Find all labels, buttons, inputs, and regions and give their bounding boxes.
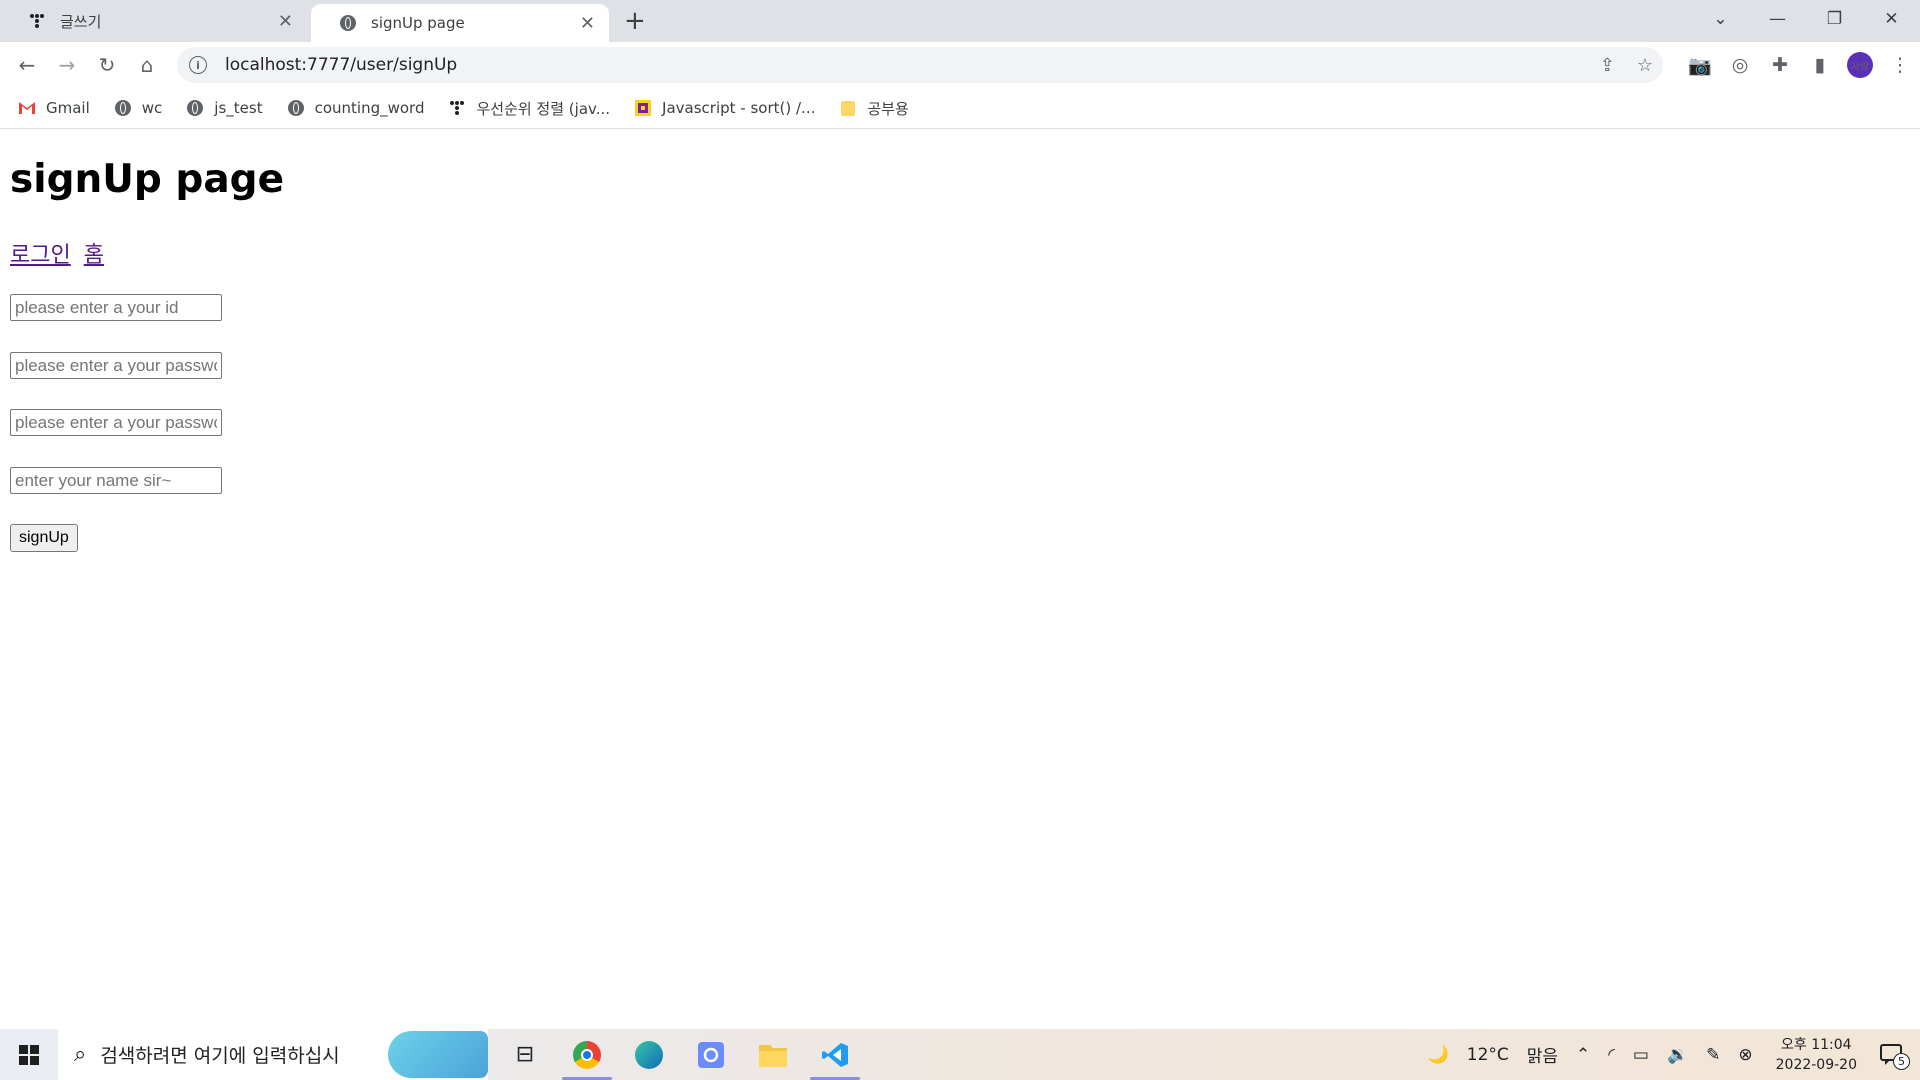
network-off-icon[interactable]: ⊗ bbox=[1738, 1045, 1752, 1065]
camera-icon[interactable]: 📷 bbox=[1680, 54, 1720, 77]
reload-icon[interactable]: ↻ bbox=[91, 49, 123, 81]
velog-icon bbox=[448, 99, 466, 117]
clock-date: 2022-09-20 bbox=[1775, 1056, 1857, 1073]
extension-bar: 📷 ◎ ✚ ▮ 사랑 ⋮ bbox=[1680, 49, 1920, 81]
tab-search-icon[interactable]: ⌄ bbox=[1692, 0, 1749, 38]
bookmark-priority-sort[interactable]: 우선순위 정렬 (jav... bbox=[448, 98, 610, 119]
search-icon: ⌕ bbox=[74, 1042, 87, 1067]
bookmark-folder-study[interactable]: 공부용 bbox=[839, 98, 909, 119]
bookmark-js-test[interactable]: js_test bbox=[186, 99, 263, 117]
clock-time: 오후 11:04 bbox=[1781, 1036, 1852, 1053]
close-icon[interactable]: ✕ bbox=[580, 13, 595, 34]
url-text[interactable]: localhost:7777/user/signUp bbox=[225, 55, 457, 75]
task-view-icon[interactable]: ⊟ bbox=[494, 1029, 556, 1080]
window-controls: ⌄ — ❐ ✕ bbox=[1692, 0, 1920, 38]
home-icon[interactable]: ⌂ bbox=[131, 49, 163, 81]
nav-links: 로그인 홈 bbox=[10, 237, 110, 269]
id-input[interactable] bbox=[10, 294, 222, 321]
menu-icon[interactable]: ⋮ bbox=[1880, 54, 1920, 76]
settings-app-icon[interactable] bbox=[680, 1029, 742, 1080]
browser-toolbar: ← → ↻ ⌂ i localhost:7777/user/signUp ⇪ ☆… bbox=[0, 42, 1920, 88]
bookmark-wc[interactable]: wc bbox=[114, 99, 162, 117]
puzzle-icon[interactable]: ✚ bbox=[1760, 54, 1800, 76]
login-link[interactable]: 로그인 bbox=[10, 243, 71, 268]
minimize-icon[interactable]: — bbox=[1749, 0, 1806, 38]
taskbar-search[interactable]: ⌕ 검색하려면 여기에 입력하십시 bbox=[58, 1029, 488, 1080]
notification-icon[interactable]: 5 bbox=[1880, 1043, 1910, 1070]
globe-icon bbox=[287, 99, 305, 117]
volume-icon[interactable]: 🔉 bbox=[1667, 1045, 1688, 1065]
taskbar: ⌕ 검색하려면 여기에 입력하십시 ⊟ 🌙 12°C 맑음 ⌃ ◜ ▭ 🔉 ✎ … bbox=[0, 1029, 1920, 1080]
avatar[interactable]: 사랑 bbox=[1847, 52, 1873, 78]
weather-temp[interactable]: 12°C bbox=[1467, 1045, 1509, 1065]
signup-button[interactable]: signUp bbox=[10, 524, 78, 552]
folder-icon bbox=[839, 99, 857, 117]
weather-desc[interactable]: 맑음 bbox=[1527, 1042, 1558, 1067]
bookmark-javascript-sort[interactable]: Javascript - sort() /... bbox=[634, 99, 815, 117]
system-tray: 🌙 12°C 맑음 ⌃ ◜ ▭ 🔉 ✎ ⊗ 오후 11:04 2022-09-2… bbox=[1419, 1029, 1920, 1080]
tab-writing[interactable]: 글쓰기 ✕ bbox=[0, 0, 307, 42]
tab-signup[interactable]: signUp page ✕ bbox=[311, 4, 609, 42]
moon-icon[interactable]: 🌙 bbox=[1428, 1045, 1449, 1065]
chrome-icon[interactable] bbox=[556, 1029, 618, 1080]
forward-icon[interactable]: → bbox=[51, 49, 83, 81]
gmail-icon bbox=[18, 99, 36, 117]
battery-icon[interactable]: ▭ bbox=[1633, 1045, 1649, 1065]
star-icon[interactable]: ☆ bbox=[1637, 55, 1653, 76]
password-confirm-input[interactable] bbox=[10, 409, 222, 436]
globe-icon bbox=[186, 99, 204, 117]
taskbar-apps: ⊟ bbox=[494, 1029, 866, 1080]
restore-icon[interactable]: ❐ bbox=[1806, 0, 1863, 38]
share-icon[interactable]: ⇪ bbox=[1600, 55, 1615, 76]
chevron-up-icon[interactable]: ⌃ bbox=[1576, 1045, 1590, 1065]
extension-icon[interactable]: ◎ bbox=[1720, 54, 1760, 76]
bookmark-gmail[interactable]: Gmail bbox=[18, 99, 90, 117]
info-icon[interactable]: i bbox=[189, 56, 207, 74]
home-link[interactable]: 홈 bbox=[84, 243, 104, 268]
velog-icon bbox=[28, 12, 46, 30]
bookmark-site-icon bbox=[634, 99, 652, 117]
address-bar[interactable]: i localhost:7777/user/signUp ⇪ ☆ bbox=[177, 47, 1663, 83]
bookmark-counting-word[interactable]: counting_word bbox=[287, 99, 424, 117]
notification-count: 5 bbox=[1893, 1052, 1910, 1070]
page-content: signUp page 로그인 홈 signUp bbox=[0, 129, 1920, 1029]
edge-icon[interactable] bbox=[618, 1029, 680, 1080]
bookmarks-bar: Gmail wc js_test counting_word 우선순위 정렬 (… bbox=[0, 88, 1920, 129]
clock[interactable]: 오후 11:04 2022-09-20 bbox=[1776, 1035, 1857, 1075]
tab-title: signUp page bbox=[371, 14, 465, 32]
name-input[interactable] bbox=[10, 467, 222, 494]
windows-start-icon[interactable] bbox=[0, 1029, 58, 1080]
close-window-icon[interactable]: ✕ bbox=[1863, 0, 1920, 38]
globe-icon bbox=[114, 99, 132, 117]
close-icon[interactable]: ✕ bbox=[278, 11, 293, 32]
pen-icon[interactable]: ✎ bbox=[1706, 1045, 1720, 1065]
search-placeholder: 검색하려면 여기에 입력하십시 bbox=[100, 1045, 340, 1067]
password-input[interactable] bbox=[10, 352, 222, 379]
search-highlight-image bbox=[388, 1031, 488, 1078]
tab-title: 글쓰기 bbox=[60, 12, 102, 31]
back-icon[interactable]: ← bbox=[11, 49, 43, 81]
vscode-icon[interactable] bbox=[804, 1029, 866, 1080]
page-title: signUp page bbox=[10, 157, 285, 202]
globe-icon bbox=[339, 14, 357, 32]
side-panel-icon[interactable]: ▮ bbox=[1800, 54, 1840, 76]
wifi-icon[interactable]: ◜ bbox=[1608, 1045, 1615, 1065]
tab-strip: 글쓰기 ✕ signUp page ✕ + ⌄ — ❐ ✕ bbox=[0, 0, 1920, 42]
new-tab-icon[interactable]: + bbox=[624, 6, 646, 36]
file-explorer-icon[interactable] bbox=[742, 1029, 804, 1080]
